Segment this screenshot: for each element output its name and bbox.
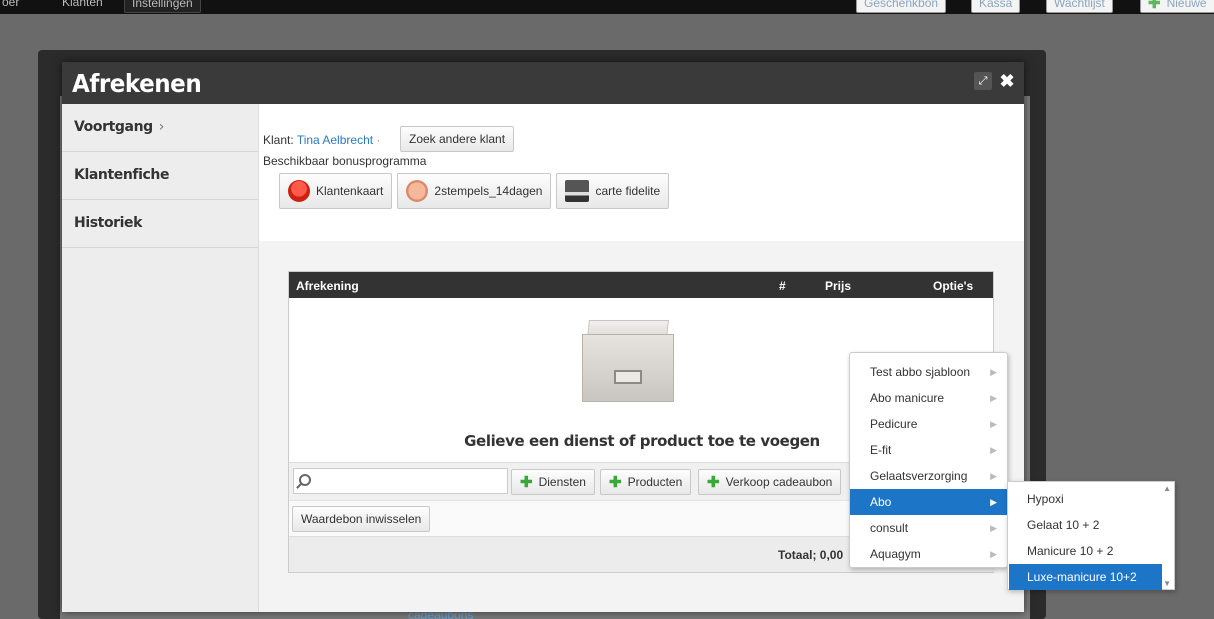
sidebar-item-label: Voortgang bbox=[74, 119, 153, 135]
menu-item-gelaatsverzorging[interactable]: Gelaatsverzorging ▶ bbox=[850, 463, 1007, 489]
background-kassa-button: Kassa bbox=[971, 0, 1021, 13]
column-header-price: Prijs bbox=[825, 279, 852, 293]
background-nav-instellingen: Instellingen bbox=[124, 0, 201, 13]
bonus-program-carte-fidelite-button[interactable]: carte fidelite bbox=[556, 173, 670, 209]
add-services-button[interactable]: ✚ Diensten bbox=[511, 469, 595, 495]
menu-item-abo[interactable]: Abo ▶ bbox=[850, 489, 1007, 515]
menu-item-test-abbo-sjabloon[interactable]: Test abbo sjabloon ▶ bbox=[850, 359, 1007, 385]
bonus-program-klantenkaart-button[interactable]: Klantenkaart bbox=[279, 173, 393, 209]
item-search-input[interactable] bbox=[293, 468, 508, 494]
plus-icon: ✚ bbox=[520, 473, 533, 491]
background-geschenkbon-button: Geschenkbon bbox=[856, 0, 947, 13]
expand-icon[interactable]: ⤢ bbox=[974, 72, 992, 90]
redeem-voucher-button[interactable]: Waardebon inwisselen bbox=[292, 506, 431, 532]
chevron-right-icon: ▶ bbox=[990, 471, 997, 481]
sidebar-item-historiek[interactable]: Historiek bbox=[62, 200, 258, 248]
background-nav-klanten: Klanten bbox=[62, 0, 103, 9]
client-section: Klant: Tina Aelbrecht · Zoek andere klan… bbox=[259, 104, 1024, 241]
client-prefix: Klant: bbox=[263, 133, 294, 147]
total-value: 0,00 bbox=[819, 548, 844, 562]
search-other-client-button[interactable]: Zoek andere klant bbox=[400, 126, 515, 152]
ribbon-award-icon bbox=[288, 180, 310, 202]
sidebar-item-voortgang[interactable]: Voortgang › bbox=[62, 104, 258, 152]
service-category-menu: Test abbo sjabloon ▶ Abo manicure ▶ Pedicu… bbox=[849, 352, 1008, 568]
bonus-program-label: Beschikbaar bonusprogramma bbox=[263, 154, 427, 168]
chevron-right-icon: ▶ bbox=[990, 419, 997, 429]
sidebar-item-label: Klantenfiche bbox=[74, 167, 170, 183]
plus-icon: ✚ bbox=[609, 473, 622, 491]
scroll-down-icon[interactable]: ▼ bbox=[1163, 579, 1171, 588]
close-icon[interactable]: ✖ bbox=[998, 71, 1016, 91]
client-separator: · bbox=[376, 133, 381, 147]
column-header-count: # bbox=[779, 279, 786, 293]
sidebar-item-klantenfiche[interactable]: Klantenfiche bbox=[62, 152, 258, 200]
modal-sidebar: Voortgang › Klantenfiche Historiek bbox=[62, 104, 259, 612]
menu-item-e-fit[interactable]: E-fit ▶ bbox=[850, 437, 1007, 463]
chevron-right-icon: ▶ bbox=[990, 367, 997, 377]
menu-item-abo-manicure[interactable]: Abo manicure ▶ bbox=[850, 385, 1007, 411]
item-search-field[interactable] bbox=[316, 472, 501, 490]
background-top-bar: oer Klanten Instellingen Geschenkbon Kas… bbox=[0, 0, 1214, 14]
sidebar-item-label: Historiek bbox=[74, 215, 143, 231]
stamp-icon bbox=[565, 180, 590, 202]
sell-giftcard-button[interactable]: ✚ Verkoop cadeaubon bbox=[698, 469, 842, 495]
submenu-item-hypoxi[interactable]: Hypoxi bbox=[1008, 486, 1174, 512]
client-line: Klant: Tina Aelbrecht · bbox=[263, 133, 380, 147]
chevron-right-icon: ▶ bbox=[990, 523, 997, 533]
piggy-bank-icon bbox=[406, 180, 429, 202]
empty-drawer-icon bbox=[582, 320, 674, 402]
search-icon bbox=[299, 474, 311, 486]
modal-title: Afrekenen bbox=[72, 69, 202, 98]
menu-item-aquagym[interactable]: Aquagym ▶ bbox=[850, 541, 1007, 567]
bonus-program-stempels-button[interactable]: 2stempels_14dagen bbox=[397, 173, 552, 209]
submenu-item-gelaat[interactable]: Gelaat 10 + 2 bbox=[1008, 512, 1174, 538]
submenu-item-manicure[interactable]: Manicure 10 + 2 bbox=[1008, 538, 1174, 564]
chevron-right-icon: ▶ bbox=[990, 497, 997, 507]
add-products-button[interactable]: ✚ Producten bbox=[600, 469, 692, 495]
background-nav-item: oer bbox=[2, 0, 20, 9]
background-nieuwe-button: ✚ Nieuwe bbox=[1140, 0, 1214, 13]
submenu-item-luxe-manicure[interactable]: Luxe-manicure 10+2 bbox=[1009, 564, 1162, 590]
chevron-right-icon: › bbox=[158, 119, 165, 135]
plus-icon: ✚ bbox=[707, 473, 720, 491]
chevron-right-icon: ▶ bbox=[990, 393, 997, 403]
column-header-afrekening: Afrekening bbox=[296, 279, 359, 293]
menu-item-pedicure[interactable]: Pedicure ▶ bbox=[850, 411, 1007, 437]
chevron-right-icon: ▶ bbox=[990, 445, 997, 455]
total-label: Totaal; 0,00 bbox=[778, 548, 844, 562]
checkout-table-header: Afrekening # Prijs Optie's bbox=[289, 272, 993, 298]
column-header-options: Optie's bbox=[933, 279, 974, 293]
modal-header: Afrekenen ⤢ ✖ bbox=[62, 62, 1024, 104]
chevron-right-icon: ▶ bbox=[990, 549, 997, 559]
abo-submenu: ▲ Hypoxi Gelaat 10 + 2 Manicure 10 + 2 L… bbox=[1007, 481, 1175, 590]
menu-item-consult[interactable]: consult ▶ bbox=[850, 515, 1007, 541]
bonus-program-list: Klantenkaart 2stempels_14dagen carte fid… bbox=[279, 173, 670, 209]
background-wachtlijst-button: Wachtlijst bbox=[1046, 0, 1113, 13]
plus-icon: ✚ bbox=[1148, 0, 1161, 12]
client-name-link[interactable]: Tina Aelbrecht bbox=[297, 133, 373, 147]
